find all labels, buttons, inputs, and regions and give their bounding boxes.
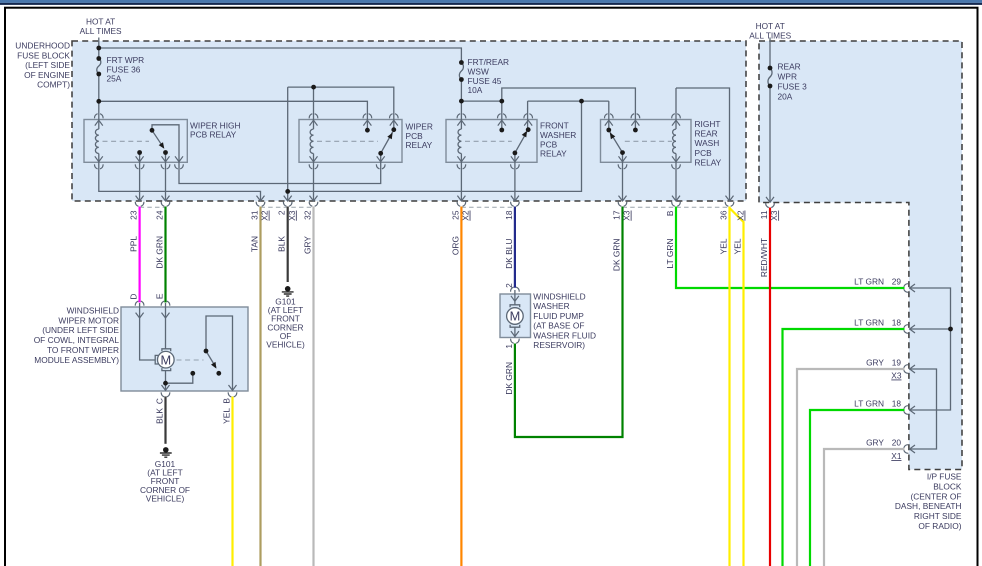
svg-text:LT GRN: LT GRN bbox=[665, 239, 675, 269]
svg-text:YEL: YEL bbox=[733, 238, 743, 254]
svg-text:PPL: PPL bbox=[129, 236, 139, 252]
svg-text:DK BLU: DK BLU bbox=[504, 239, 514, 269]
svg-text:X3: X3 bbox=[891, 371, 902, 381]
svg-text:VEHICLE): VEHICLE) bbox=[146, 493, 185, 503]
svg-text:ALL TIMES: ALL TIMES bbox=[749, 31, 791, 41]
svg-text:WIPER MOTOR: WIPER MOTOR bbox=[58, 315, 119, 325]
svg-text:BLOCK: BLOCK bbox=[933, 481, 962, 491]
svg-text:TO FRONT WIPER: TO FRONT WIPER bbox=[47, 345, 119, 355]
svg-text:WASHER: WASHER bbox=[533, 301, 569, 311]
svg-text:10A: 10A bbox=[468, 85, 483, 95]
svg-text:DK GRN: DK GRN bbox=[612, 239, 622, 272]
svg-text:DASH, BENEATH: DASH, BENEATH bbox=[895, 501, 962, 511]
svg-text:X3: X3 bbox=[287, 210, 297, 221]
svg-text:17: 17 bbox=[612, 210, 622, 220]
svg-text:GRY: GRY bbox=[866, 357, 884, 367]
svg-text:DK GRN: DK GRN bbox=[155, 236, 165, 269]
svg-text:HOT AT: HOT AT bbox=[756, 21, 785, 31]
svg-text:YEL: YEL bbox=[719, 238, 729, 254]
svg-text:DK GRN: DK GRN bbox=[504, 362, 514, 395]
svg-text:36: 36 bbox=[719, 210, 729, 220]
svg-text:PCB RELAY: PCB RELAY bbox=[190, 130, 237, 140]
svg-text:WINDSHIELD: WINDSHIELD bbox=[533, 291, 585, 301]
svg-text:(LEFT SIDE: (LEFT SIDE bbox=[25, 60, 70, 70]
svg-text:RELAY: RELAY bbox=[540, 149, 567, 159]
svg-text:X3: X3 bbox=[769, 210, 779, 221]
svg-text:GRY: GRY bbox=[303, 236, 313, 254]
svg-text:25: 25 bbox=[450, 210, 460, 220]
svg-text:18: 18 bbox=[892, 398, 902, 408]
svg-text:REAR: REAR bbox=[778, 62, 801, 72]
svg-text:GRY: GRY bbox=[866, 437, 884, 447]
svg-text:C: C bbox=[155, 398, 165, 404]
svg-text:M: M bbox=[510, 309, 521, 324]
svg-text:RESERVOIR): RESERVOIR) bbox=[533, 340, 585, 350]
svg-text:ORG: ORG bbox=[450, 236, 460, 255]
svg-text:D: D bbox=[129, 294, 139, 300]
svg-text:X2: X2 bbox=[260, 210, 270, 221]
svg-text:RELAY: RELAY bbox=[695, 158, 722, 168]
svg-text:X2: X2 bbox=[736, 210, 746, 221]
svg-text:WINDSHIELD: WINDSHIELD bbox=[67, 305, 119, 315]
svg-text:UNDERHOOD: UNDERHOOD bbox=[15, 41, 70, 51]
svg-text:2: 2 bbox=[277, 210, 287, 215]
svg-text:YEL: YEL bbox=[222, 408, 232, 424]
svg-text:TAN: TAN bbox=[250, 236, 260, 252]
svg-text:FUSE BLOCK: FUSE BLOCK bbox=[17, 50, 70, 60]
svg-text:29: 29 bbox=[892, 276, 902, 286]
svg-text:11: 11 bbox=[759, 210, 769, 219]
svg-text:VEHICLE): VEHICLE) bbox=[266, 340, 305, 350]
svg-text:FUSE 3: FUSE 3 bbox=[778, 82, 808, 92]
svg-text:RIGHT: RIGHT bbox=[695, 119, 721, 129]
svg-text:REAR: REAR bbox=[695, 129, 718, 139]
svg-text:B: B bbox=[222, 398, 232, 404]
svg-text:24: 24 bbox=[155, 210, 165, 220]
svg-text:B: B bbox=[665, 210, 675, 216]
svg-text:RELAY: RELAY bbox=[406, 140, 433, 150]
svg-text:23: 23 bbox=[129, 210, 139, 220]
svg-text:PCB: PCB bbox=[695, 148, 713, 158]
svg-text:COMPT): COMPT) bbox=[37, 80, 70, 90]
svg-text:LT GRN: LT GRN bbox=[854, 317, 884, 327]
svg-text:19: 19 bbox=[892, 357, 902, 367]
svg-text:1: 1 bbox=[504, 344, 514, 349]
svg-text:FLUID PUMP: FLUID PUMP bbox=[533, 311, 584, 321]
svg-text:RIGHT SIDE: RIGHT SIDE bbox=[914, 511, 962, 521]
svg-text:18: 18 bbox=[504, 210, 514, 220]
svg-text:25A: 25A bbox=[107, 74, 122, 84]
svg-text:(AT BASE OF: (AT BASE OF bbox=[533, 321, 584, 331]
svg-text:LT GRN: LT GRN bbox=[854, 398, 884, 408]
svg-text:BLK: BLK bbox=[277, 236, 287, 252]
svg-text:20: 20 bbox=[892, 437, 902, 447]
svg-text:(CENTER OF: (CENTER OF bbox=[911, 491, 962, 501]
svg-text:X3: X3 bbox=[622, 210, 632, 221]
svg-text:20A: 20A bbox=[778, 92, 793, 102]
svg-text:LT GRN: LT GRN bbox=[854, 276, 884, 286]
svg-text:OF RADIO): OF RADIO) bbox=[918, 521, 961, 531]
svg-text:18: 18 bbox=[892, 317, 902, 327]
svg-text:WASH: WASH bbox=[695, 138, 720, 148]
svg-text:I/P FUSE: I/P FUSE bbox=[927, 472, 962, 482]
svg-text:E: E bbox=[155, 293, 165, 299]
svg-text:HOT AT: HOT AT bbox=[86, 17, 115, 27]
svg-text:2: 2 bbox=[504, 283, 514, 288]
svg-text:OF COWL, INTEGRAL: OF COWL, INTEGRAL bbox=[34, 335, 120, 345]
svg-text:MODULE ASSEMBLY): MODULE ASSEMBLY) bbox=[34, 355, 119, 365]
svg-text:BLK: BLK bbox=[155, 408, 165, 424]
svg-text:31: 31 bbox=[250, 210, 260, 220]
svg-text:M: M bbox=[160, 352, 171, 367]
svg-text:RED/WHT: RED/WHT bbox=[759, 238, 769, 277]
svg-text:WPR: WPR bbox=[778, 72, 797, 82]
svg-text:WASHER FLUID: WASHER FLUID bbox=[533, 330, 596, 340]
svg-text:X2: X2 bbox=[461, 210, 471, 221]
svg-text:ALL TIMES: ALL TIMES bbox=[80, 26, 122, 36]
svg-text:32: 32 bbox=[303, 210, 313, 220]
svg-text:OF ENGINE: OF ENGINE bbox=[24, 70, 70, 80]
svg-text:(UNDER LEFT SIDE: (UNDER LEFT SIDE bbox=[42, 325, 119, 335]
svg-text:X1: X1 bbox=[891, 451, 902, 461]
